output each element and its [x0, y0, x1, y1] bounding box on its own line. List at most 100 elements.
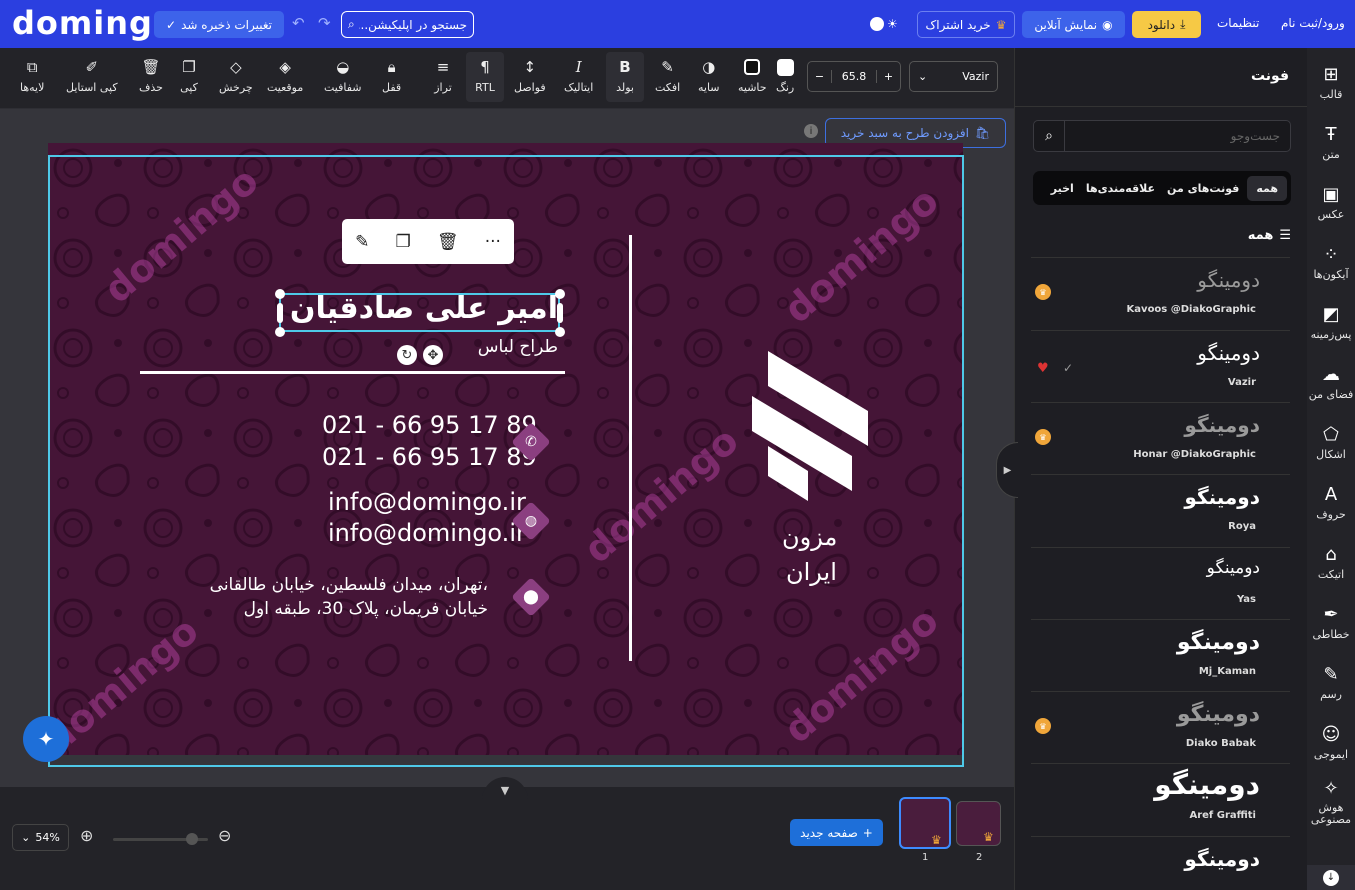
resize-handle[interactable] [555, 289, 565, 299]
tool-rtl[interactable]: ¶ RTL [466, 52, 504, 102]
info-icon[interactable]: i [804, 124, 818, 138]
new-page-button[interactable]: صفحه جدید + [790, 819, 883, 846]
rail-calligraphy[interactable]: ✒ خطاطی [1307, 604, 1355, 641]
font-preview: دومینگو [1184, 847, 1260, 871]
premium-crown-icon: ♛ [1035, 429, 1051, 445]
selection-box[interactable] [279, 293, 560, 332]
undo-icon[interactable]: ↶ [292, 14, 305, 32]
page-thumbnail-2[interactable]: ♛ [956, 801, 1001, 846]
card-address-line-2[interactable]: خیابان فریمان، پلاک 30، طبقه اول [244, 599, 488, 619]
tool-effect[interactable]: ✎ افکت [655, 58, 680, 94]
minus-icon[interactable]: − [808, 70, 832, 83]
new-page-label: صفحه جدید [800, 825, 858, 840]
move-handle-icon[interactable]: ✥ [423, 345, 443, 365]
rail-text[interactable]: Ŧ متن [1307, 124, 1355, 161]
page-thumbnail-1[interactable]: ♛ [899, 797, 951, 849]
font-item-next[interactable]: دومینگو [1031, 836, 1290, 890]
resize-handle[interactable] [277, 303, 283, 323]
tool-shadow[interactable]: ◑ سایه [698, 58, 720, 94]
tool-position[interactable]: ◈ موقعیت [267, 58, 303, 94]
edit-icon[interactable]: ✎ [355, 232, 369, 252]
tab-recent[interactable]: اخیر [1047, 176, 1078, 201]
font-size-value[interactable]: 65.8 [832, 70, 876, 83]
emoji-icon: ☺ [1321, 724, 1341, 745]
font-item-aref-graffiti[interactable]: دومینگو Aref Graffiti [1031, 763, 1290, 835]
rotate-handle-icon[interactable]: ↻ [397, 345, 417, 365]
rail-photo[interactable]: ▣ عکس [1307, 184, 1355, 221]
business-card[interactable]: domingo domingo domingo domingo domingo … [48, 143, 963, 755]
font-item-roya[interactable]: دومینگو Roya [1031, 474, 1290, 546]
font-item-mj-kaman[interactable]: دومینگو Mj_Kaman [1031, 619, 1290, 691]
login-link[interactable]: ورود/ثبت نام [1281, 16, 1345, 30]
logo[interactable]: domingo [12, 4, 176, 42]
resize-handle[interactable] [557, 303, 563, 323]
rail-letters[interactable]: A حروف [1307, 484, 1355, 521]
plus-icon[interactable]: + [876, 70, 900, 83]
zoom-out-icon[interactable]: ⊖ [218, 826, 231, 845]
card-phone-1[interactable]: 021 - 66 95 17 89 [322, 411, 537, 439]
zoom-in-icon[interactable]: ⊕ [80, 826, 93, 845]
resize-handle[interactable] [275, 289, 285, 299]
tool-bold[interactable]: B بولد [606, 52, 644, 102]
more-icon[interactable]: ··· [485, 232, 501, 252]
crown-icon: ♛ [995, 17, 1007, 32]
rail-ai[interactable]: ✧ هوش مصنوعی [1307, 778, 1355, 826]
tab-favorites[interactable]: علاقه‌مندی‌ها [1082, 176, 1159, 201]
rail-icons[interactable]: ⁘ آیکون‌ها [1307, 244, 1355, 281]
font-item-yas[interactable]: دومینگو Yas [1031, 547, 1290, 619]
font-item-vazir[interactable]: ♥ ✓ دومینگو Vazir [1031, 330, 1290, 402]
font-item-honar[interactable]: ♛ دومینگو Honar @DiakoGraphic [1031, 402, 1290, 474]
font-item-kavoos[interactable]: ♛ دومینگو Kavoos @DiakoGraphic [1031, 257, 1290, 329]
tool-color[interactable]: رنگ [776, 58, 794, 94]
card-address-line-1[interactable]: تهران، میدان فلسطین، خیابان طالقانی، [210, 575, 488, 595]
theme-toggle[interactable]: ☀ [870, 15, 904, 33]
card-email-1[interactable]: info@domingo.ir [328, 488, 526, 516]
tool-copy-style[interactable]: ✐ کپی استایل [66, 58, 118, 94]
tab-my-fonts[interactable]: فونت‌های من [1163, 176, 1243, 201]
tool-border[interactable]: حاشیه [738, 58, 767, 94]
rail-my-space[interactable]: ☁ فضای من [1307, 364, 1355, 401]
rail-scroll-down[interactable]: ↓ [1307, 865, 1355, 890]
rail-shapes[interactable]: ⬠ اشکال [1307, 424, 1355, 461]
tool-lock[interactable]: 🔒︎ قفل [382, 58, 401, 94]
tool-spacing[interactable]: ↕ فواصل [514, 58, 546, 94]
font-item-diako-babak[interactable]: ♛ دومینگو Diako Babak [1031, 691, 1290, 763]
tool-copy[interactable]: ❐ کپی [180, 58, 198, 94]
card-job-title[interactable]: طراح لباس [478, 337, 558, 357]
font-family-select[interactable]: ⌄ Vazir [909, 61, 998, 92]
resize-handle[interactable] [555, 327, 565, 337]
rail-template[interactable]: ⊞ قالب [1307, 64, 1355, 101]
tool-layers[interactable]: ⧉ لایه‌ها [20, 58, 44, 94]
font-size-stepper[interactable]: − 65.8 + [807, 61, 901, 92]
tool-label: رنگ [776, 81, 795, 94]
tool-delete[interactable]: 🗑︎ حذف [139, 58, 163, 94]
spacing-icon: ↕ [523, 58, 537, 76]
download-button[interactable]: دانلود ⤓ [1132, 11, 1201, 38]
tool-italic[interactable]: I ایتالیک [564, 58, 593, 94]
subscribe-button[interactable]: خرید اشتراک ♛ [917, 11, 1015, 38]
preview-button[interactable]: نمایش آنلاین ◉ [1022, 11, 1125, 38]
trash-icon[interactable]: 🗑︎ [437, 232, 459, 252]
rail-emoji[interactable]: ☺ ایموجی [1307, 724, 1355, 761]
resize-handle[interactable] [275, 327, 285, 337]
tool-opacity[interactable]: ◒ شفافیت [324, 58, 362, 94]
card-phone-2[interactable]: 021 - 66 95 17 89 [322, 443, 537, 471]
tool-align[interactable]: ≡ تراز [434, 58, 452, 94]
heart-icon[interactable]: ♥ [1037, 361, 1049, 376]
zoom-select[interactable]: ⌄ 54% [12, 824, 69, 851]
tab-all[interactable]: همه [1247, 175, 1287, 201]
ai-magic-button[interactable]: ✦ [23, 716, 69, 762]
card-email-2[interactable]: info@domingo.ir [328, 519, 526, 547]
tool-rotate[interactable]: ◇ چرخش [219, 58, 253, 94]
rail-draw[interactable]: ✎ رسم [1307, 664, 1355, 701]
rail-background[interactable]: ◩ پس‌زمینه [1307, 304, 1355, 341]
save-status-button[interactable]: ✓ تغییرات ذخیره شد [154, 11, 284, 38]
app-search-input[interactable]: جستجو در اپلیکیشن... ⌕ [341, 11, 474, 38]
zoom-slider-thumb[interactable] [186, 833, 198, 845]
rail-sticker[interactable]: ⌂ اتیکت [1307, 544, 1355, 581]
settings-link[interactable]: تنظیمات [1217, 16, 1259, 30]
duplicate-icon[interactable]: ❐ [396, 232, 411, 252]
search-icon[interactable]: ⌕ [1034, 121, 1065, 151]
redo-icon[interactable]: ↷ [318, 14, 331, 32]
font-search-input[interactable]: ⌕ جست‌وجو [1033, 120, 1291, 152]
